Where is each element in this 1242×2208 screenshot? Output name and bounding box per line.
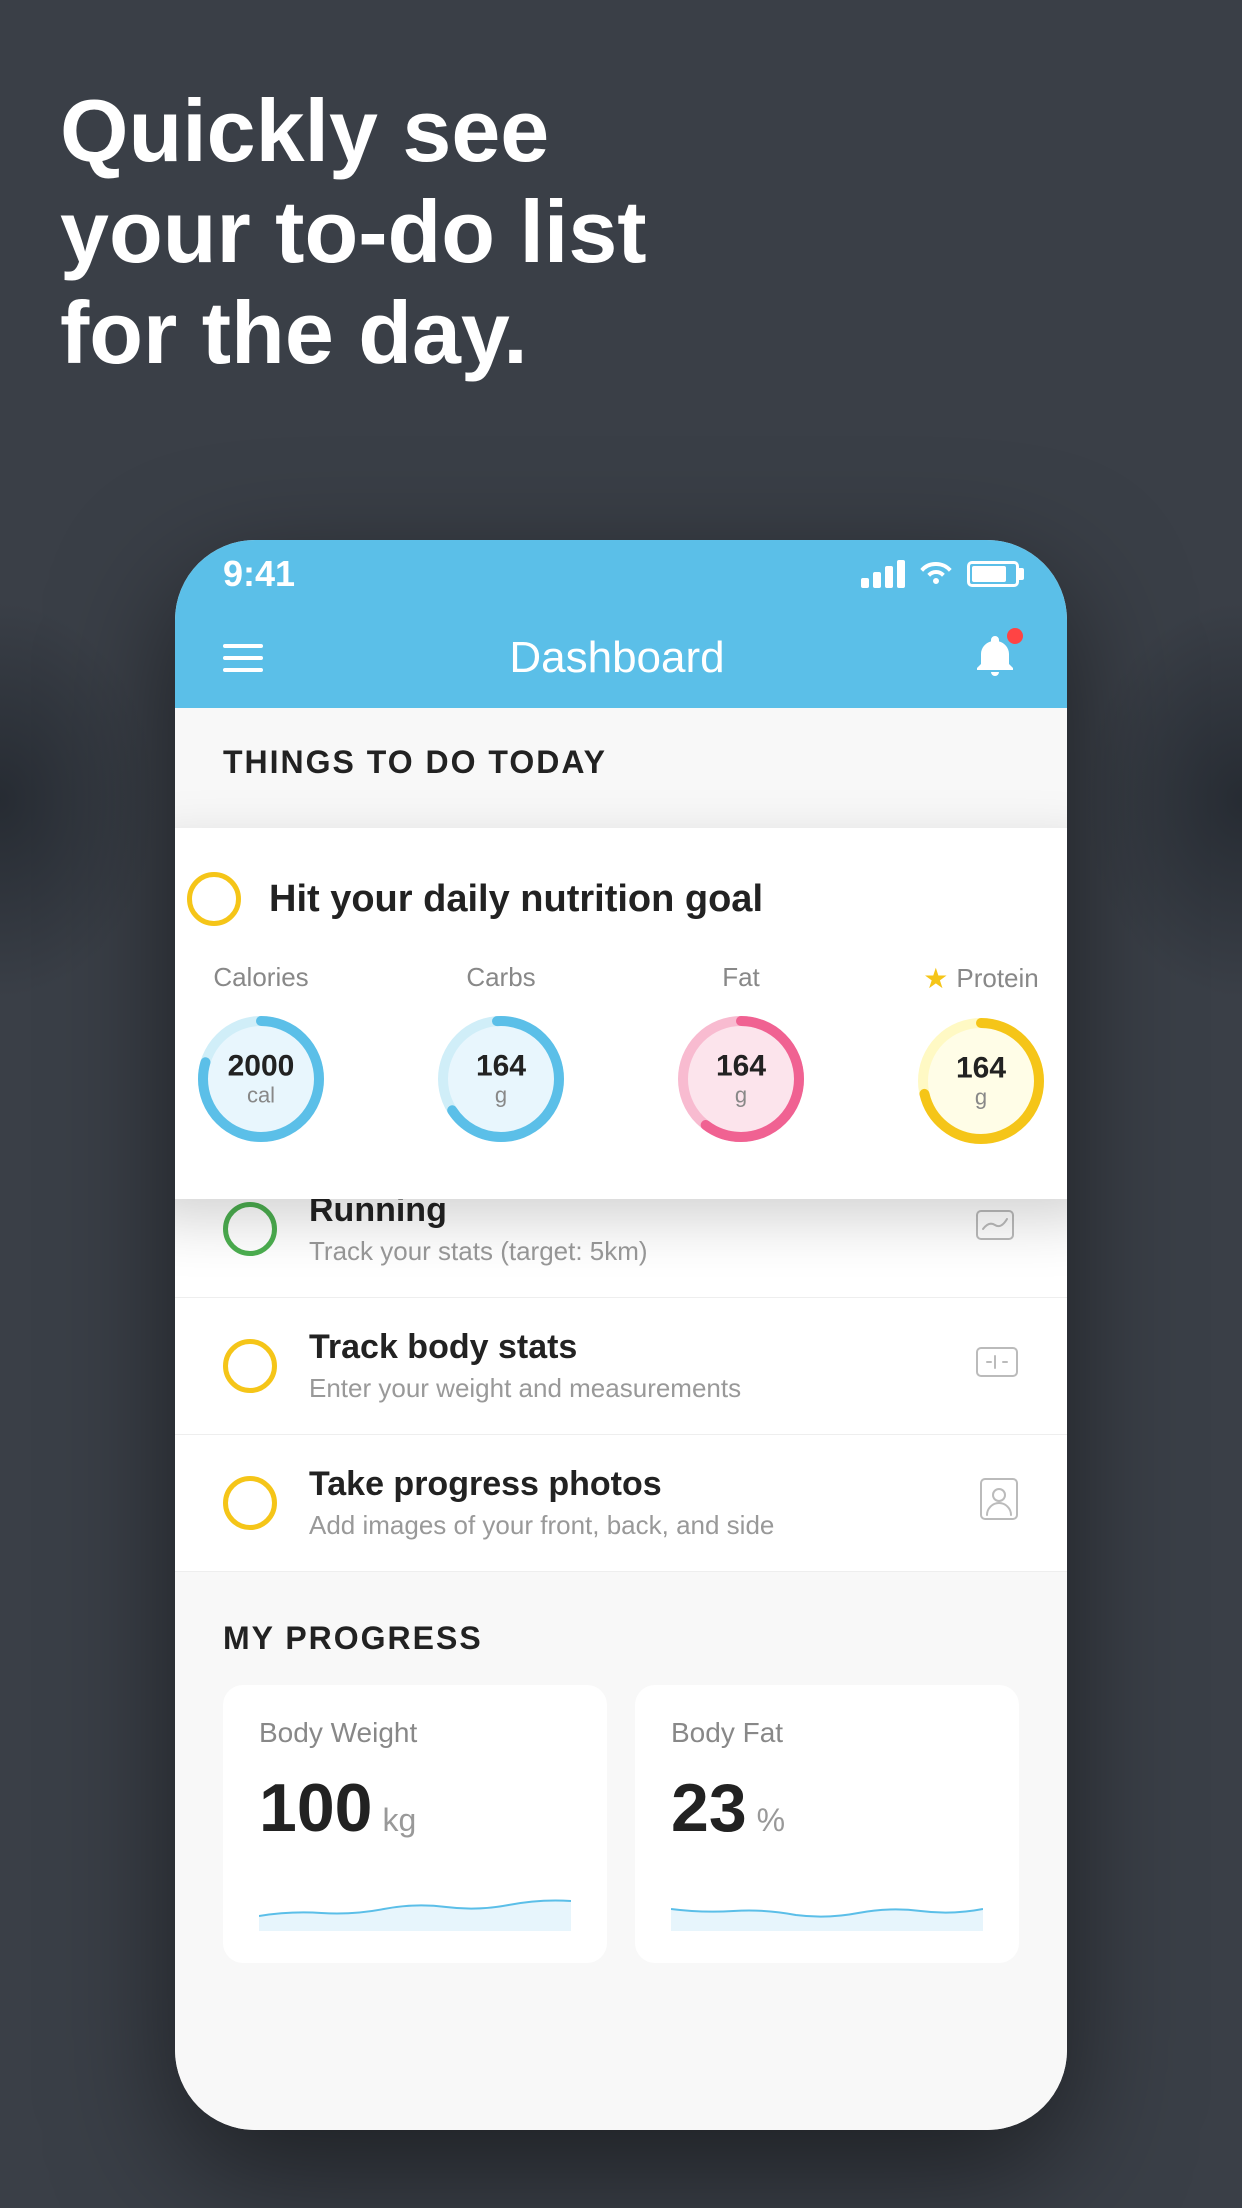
body-stats-title: Track body stats	[309, 1328, 943, 1367]
body-stats-check	[223, 1339, 277, 1393]
carbs-ring: 164 g	[427, 1005, 575, 1153]
body-weight-chart	[259, 1871, 571, 1931]
wifi-icon	[919, 556, 953, 592]
body-fat-card[interactable]: Body Fat 23 %	[635, 1685, 1019, 1963]
calories-label: Calories	[213, 962, 308, 993]
body-weight-value-row: 100 kg	[259, 1769, 571, 1847]
headline-line1: Quickly see	[60, 80, 647, 181]
fat-ring: 164 g	[667, 1005, 815, 1153]
todo-photos[interactable]: Take progress photos Add images of your …	[175, 1435, 1067, 1572]
photos-check	[223, 1476, 277, 1530]
protein-label: Protein	[956, 963, 1038, 994]
body-stats-subtitle: Enter your weight and measurements	[309, 1373, 943, 1404]
battery-icon	[967, 561, 1019, 587]
photos-text: Take progress photos Add images of your …	[309, 1465, 947, 1541]
body-weight-card[interactable]: Body Weight 100 kg	[223, 1685, 607, 1963]
nutrition-protein: ★ Protein 164 g	[907, 962, 1055, 1155]
headline-line3: for the day.	[60, 282, 647, 383]
headline-line2: your to-do list	[60, 181, 647, 282]
status-icons	[861, 556, 1019, 592]
fat-label: Fat	[722, 962, 760, 993]
signal-icon	[861, 560, 905, 588]
body-fat-chart	[671, 1871, 983, 1931]
progress-header: MY PROGRESS	[223, 1620, 1019, 1657]
status-bar: 9:41	[175, 540, 1067, 608]
nutrition-card-title: Hit your daily nutrition goal	[269, 878, 763, 921]
nutrition-grid: Calories 2000 cal	[187, 962, 1055, 1155]
menu-button[interactable]	[223, 644, 263, 672]
photos-icon	[979, 1477, 1019, 1530]
nutrition-carbs: Carbs 164 g	[427, 962, 575, 1155]
running-icon	[975, 1207, 1019, 1252]
body-weight-label: Body Weight	[259, 1717, 571, 1749]
body-stats-text: Track body stats Enter your weight and m…	[309, 1328, 943, 1404]
photos-subtitle: Add images of your front, back, and side	[309, 1510, 947, 1541]
card-title-row: Hit your daily nutrition goal	[187, 872, 1055, 926]
content-area: THINGS TO DO TODAY Hit your daily nutrit…	[175, 708, 1067, 2130]
status-time: 9:41	[223, 553, 295, 595]
notification-dot	[1007, 628, 1023, 644]
body-weight-unit: kg	[382, 1802, 416, 1839]
progress-cards: Body Weight 100 kg Body Fat	[223, 1685, 1019, 1963]
body-fat-value: 23	[671, 1769, 747, 1847]
progress-section: MY PROGRESS Body Weight 100 kg	[175, 1572, 1067, 1963]
phone-shell: 9:41 Dashboard	[175, 540, 1067, 2130]
nav-bar: Dashboard	[175, 608, 1067, 708]
calories-ring: 2000 cal	[187, 1005, 335, 1153]
notification-button[interactable]	[971, 632, 1019, 685]
shadow-left	[0, 600, 160, 1000]
nutrition-fat: Fat 164 g	[667, 962, 815, 1155]
things-today-header: THINGS TO DO TODAY	[175, 708, 1067, 801]
running-check	[223, 1202, 277, 1256]
protein-ring: 164 g	[907, 1007, 1055, 1155]
body-fat-unit: %	[757, 1802, 785, 1839]
star-icon: ★	[923, 962, 948, 995]
nutrition-card: Hit your daily nutrition goal Calories 2…	[175, 828, 1067, 1199]
shadow-right	[1082, 600, 1242, 1000]
photos-title: Take progress photos	[309, 1465, 947, 1504]
carbs-label: Carbs	[466, 962, 535, 993]
nutrition-calories: Calories 2000 cal	[187, 962, 335, 1155]
body-fat-value-row: 23 %	[671, 1769, 983, 1847]
headline: Quickly see your to-do list for the day.	[60, 80, 647, 384]
todo-list: Running Track your stats (target: 5km) T…	[175, 1161, 1067, 1572]
body-stats-icon	[975, 1342, 1019, 1391]
todo-body-stats[interactable]: Track body stats Enter your weight and m…	[175, 1298, 1067, 1435]
body-weight-value: 100	[259, 1769, 372, 1847]
body-fat-label: Body Fat	[671, 1717, 983, 1749]
nutrition-check-circle[interactable]	[187, 872, 241, 926]
running-text: Running Track your stats (target: 5km)	[309, 1191, 943, 1267]
nav-title: Dashboard	[509, 633, 724, 683]
running-subtitle: Track your stats (target: 5km)	[309, 1236, 943, 1267]
